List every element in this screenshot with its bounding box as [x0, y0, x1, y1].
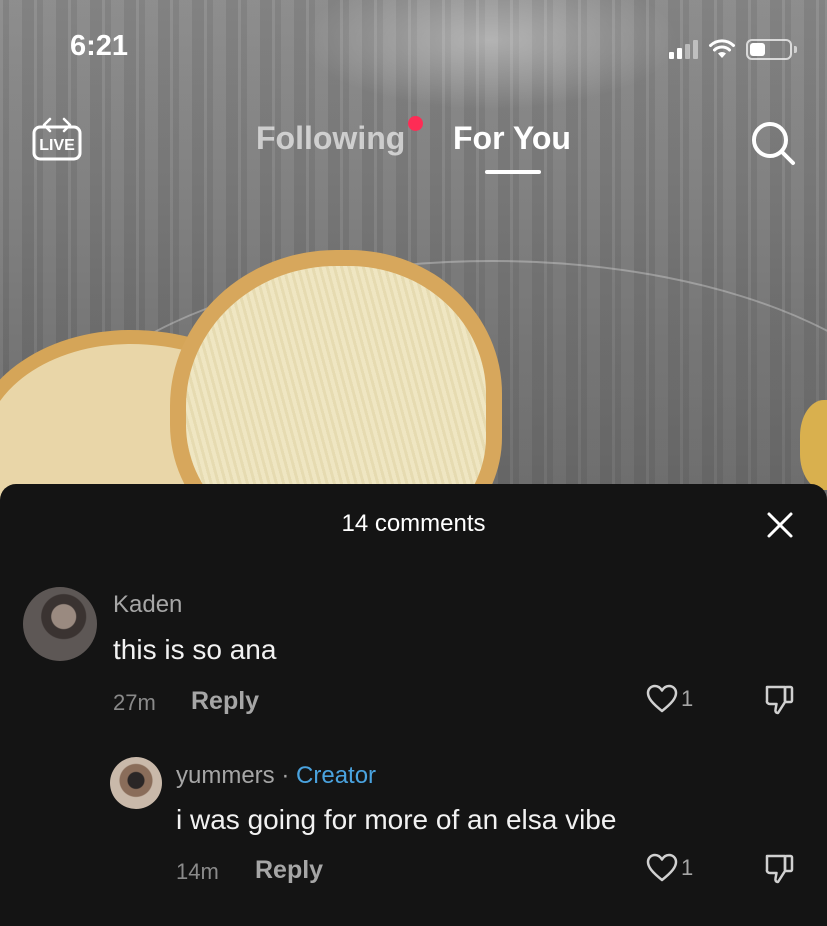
status-icons: [669, 38, 797, 60]
live-icon-label: LIVE: [39, 137, 75, 154]
video-background[interactable]: [0, 0, 827, 500]
dislike-icon[interactable]: [762, 852, 796, 886]
live-icon[interactable]: LIVE: [30, 115, 84, 165]
signal-icon: [669, 39, 698, 59]
tab-for-you[interactable]: For You: [453, 120, 571, 157]
heart-icon: [646, 853, 678, 882]
avatar[interactable]: [110, 757, 162, 809]
following-notification-dot: [408, 116, 423, 131]
comment-text: this is so ana: [113, 634, 277, 665]
video-light-reflection: [300, 0, 680, 110]
comments-count-title: 14 comments: [341, 510, 486, 537]
comment-text: i was going for more of an elsa vibe: [176, 804, 617, 835]
dislike-icon[interactable]: [762, 683, 796, 717]
tab-following[interactable]: Following: [256, 120, 405, 157]
heart-icon: [646, 684, 678, 713]
like-count: 1: [681, 855, 694, 880]
comment-username-row: yummers · Creator: [176, 762, 376, 790]
reply-button[interactable]: Reply: [191, 687, 259, 716]
avatar[interactable]: [23, 587, 97, 661]
like-count: 1: [681, 686, 694, 711]
battery-icon: [746, 38, 797, 60]
username-separator: ·: [281, 762, 290, 789]
reply-button[interactable]: Reply: [255, 856, 323, 885]
search-icon[interactable]: [748, 118, 798, 168]
comment-username[interactable]: Kaden: [113, 591, 182, 619]
creator-badge: Creator: [296, 762, 377, 789]
status-time: 6:21: [70, 30, 129, 62]
video-bread-slice-right: [170, 250, 502, 500]
active-tab-indicator: [485, 170, 541, 174]
comment-timestamp: 27m: [113, 690, 156, 715]
comment-timestamp: 14m: [176, 859, 219, 884]
wifi-icon: [709, 39, 735, 58]
close-icon[interactable]: [765, 510, 795, 540]
comments-sheet: 14 comments Kaden this is so ana 27m Rep…: [0, 484, 827, 926]
comment-username[interactable]: yummers: [176, 762, 275, 789]
like-button[interactable]: 1: [646, 853, 693, 883]
like-button[interactable]: 1: [646, 684, 693, 714]
